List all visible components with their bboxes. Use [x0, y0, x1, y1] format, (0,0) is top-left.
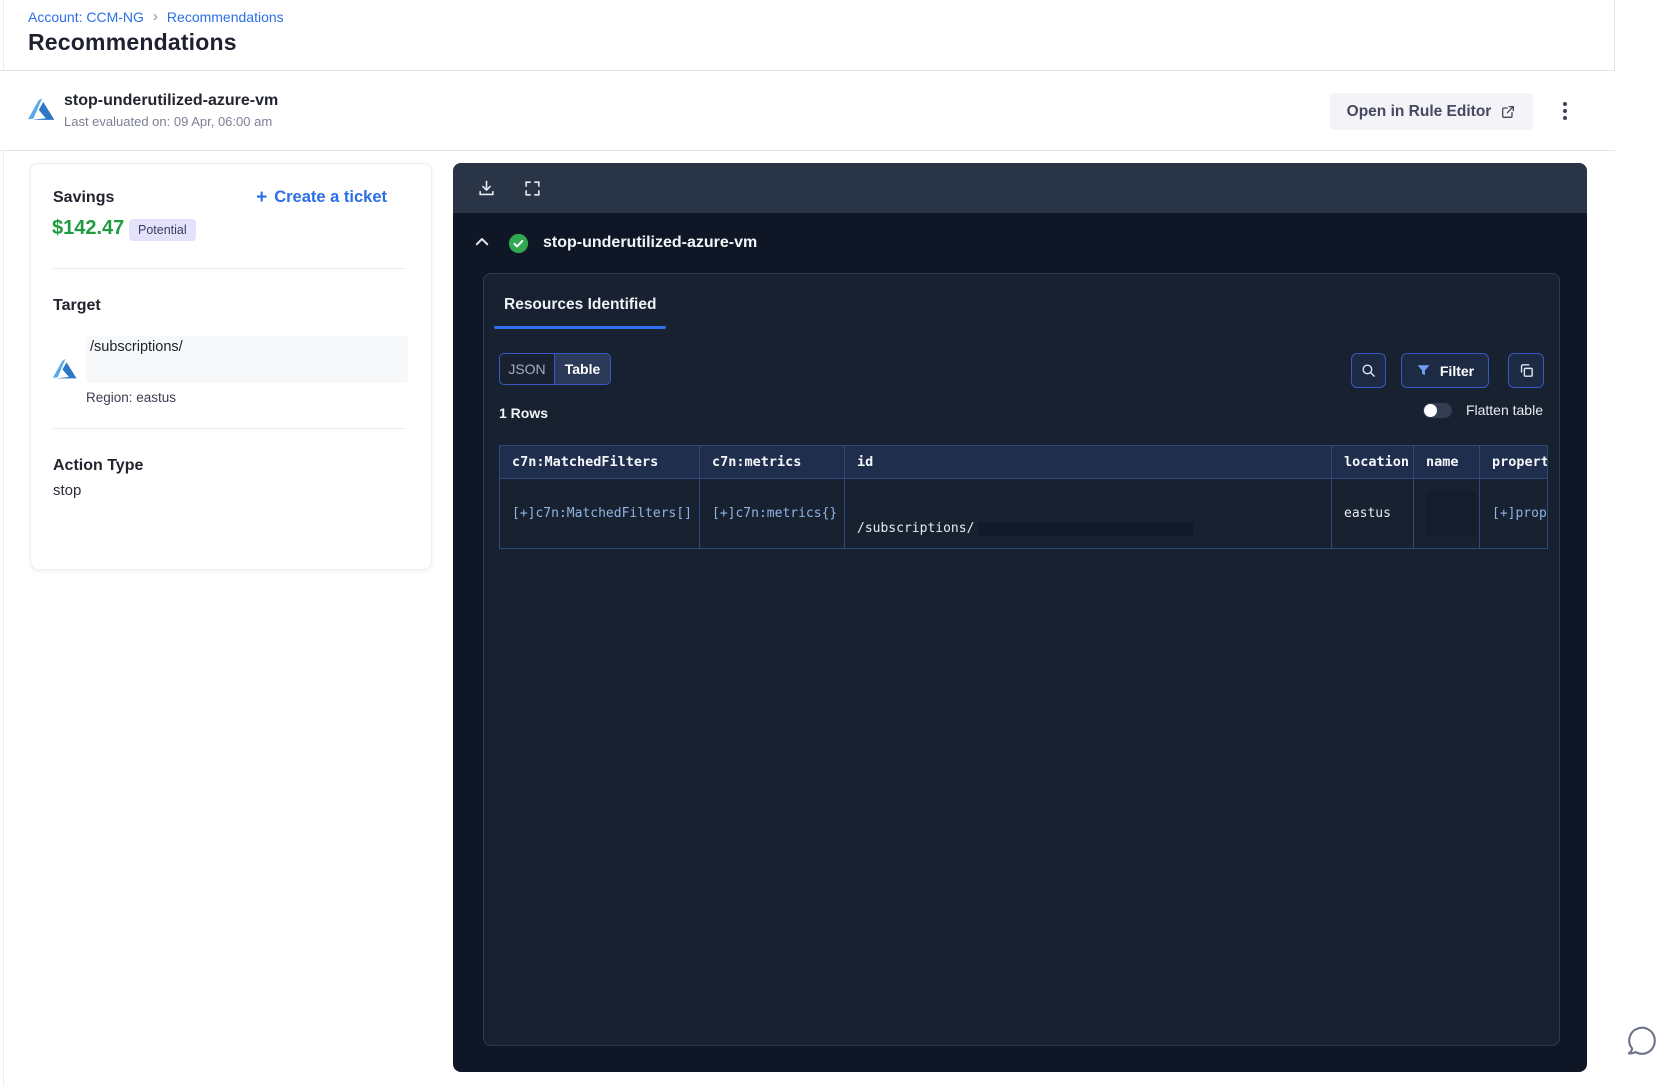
cell-metrics-expand[interactable]: [+]c7n:metrics{}	[700, 479, 845, 548]
page-title: Recommendations	[28, 29, 237, 55]
rows-count: 1 Rows	[499, 405, 549, 421]
search-icon	[1362, 364, 1375, 377]
breadcrumb: Account: CCM-NG › Recommendations	[28, 8, 284, 25]
cell-name	[1414, 479, 1480, 548]
target-path-block: /subscriptions/	[86, 336, 408, 383]
flatten-table-toggle[interactable]	[1422, 402, 1452, 418]
cell-properties-expand[interactable]: [+]properties{}	[1480, 479, 1547, 548]
breadcrumb-recommendations-link[interactable]: Recommendations	[167, 9, 284, 25]
rule-options-menu-button[interactable]	[1556, 96, 1574, 126]
redacted-name	[1426, 491, 1476, 535]
cell-matchedfilters-expand[interactable]: [+]c7n:MatchedFilters[]	[500, 479, 700, 548]
rule-header: stop-underutilized-azure-vm Last evaluat…	[0, 70, 1615, 151]
divider	[53, 268, 405, 269]
external-link-icon	[1502, 105, 1515, 118]
download-button[interactable]	[477, 178, 497, 198]
create-ticket-label: Create a ticket	[274, 188, 387, 206]
target-region: Region: eastus	[86, 390, 177, 405]
view-mode-toggle: JSON Table	[499, 353, 611, 385]
action-type-value: stop	[53, 482, 82, 499]
rule-output-viewer: stop-underutilized-azure-vm Resources Id…	[453, 163, 1587, 1072]
cell-id: /subscriptions/ /resourceGroups/ RESOURC…	[845, 479, 1332, 548]
target-path: /subscriptions/	[90, 339, 183, 355]
rule-last-evaluated: Last evaluated on: 09 Apr, 06:00 am	[64, 114, 273, 129]
rule-section-title: stop-underutilized-azure-vm	[543, 234, 758, 251]
resources-panel: Resources Identified JSON Table Filter 1…	[483, 273, 1560, 1046]
column-header-properties: properties	[1480, 446, 1547, 479]
filter-button[interactable]: Filter	[1401, 353, 1489, 388]
open-in-rule-editor-label: Open in Rule Editor	[1346, 102, 1492, 120]
view-json-button[interactable]: JSON	[500, 354, 555, 384]
table-row: [+]c7n:MatchedFilters[] [+]c7n:metrics{}…	[500, 479, 1547, 548]
savings-card: Savings + Create a ticket $142.47 Potent…	[30, 163, 432, 570]
open-in-rule-editor-button[interactable]: Open in Rule Editor	[1330, 93, 1533, 130]
create-ticket-button[interactable]: + Create a ticket	[256, 188, 387, 207]
savings-amount: $142.47	[52, 217, 125, 239]
azure-icon	[28, 98, 55, 120]
redacted-subscription-id	[978, 521, 1194, 536]
rule-section-header: stop-underutilized-azure-vm	[453, 213, 1587, 273]
flatten-table-label: Flatten table	[1465, 402, 1543, 418]
view-table-button[interactable]: Table	[555, 354, 610, 384]
success-check-icon	[508, 233, 529, 253]
resources-table[interactable]: c7n:MatchedFilters c7n:metrics id locati…	[499, 445, 1548, 549]
chevron-up-icon	[475, 238, 489, 246]
savings-label: Savings	[53, 189, 115, 206]
cell-location: eastus	[1332, 479, 1414, 548]
target-label: Target	[53, 297, 101, 314]
rule-name: stop-underutilized-azure-vm	[64, 92, 279, 109]
download-icon	[479, 180, 494, 195]
breadcrumb-account-link[interactable]: Account: CCM-NG	[28, 9, 144, 25]
azure-icon	[52, 358, 77, 379]
active-tab-indicator	[494, 326, 666, 329]
support-chat-button[interactable]	[1624, 1024, 1660, 1060]
copy-button[interactable]	[1508, 353, 1544, 388]
search-button[interactable]	[1351, 353, 1386, 388]
flatten-table-control: Flatten table	[1422, 402, 1543, 418]
filter-icon	[1417, 365, 1430, 376]
chat-bubble-icon	[1627, 1026, 1656, 1055]
divider	[53, 428, 405, 429]
action-type-label: Action Type	[53, 457, 144, 474]
potential-badge: Potential	[129, 219, 196, 241]
collapse-section-button[interactable]	[472, 233, 492, 253]
column-header-matchedfilters: c7n:MatchedFilters	[500, 446, 700, 479]
recommendations-page: Account: CCM-NG › Recommendations Recomm…	[0, 0, 1662, 1086]
fullscreen-button[interactable]	[523, 178, 543, 198]
column-header-metrics: c7n:metrics	[700, 446, 845, 479]
tab-resources-identified[interactable]: Resources Identified	[504, 296, 656, 314]
id-line-1: /subscriptions/	[857, 521, 975, 536]
column-header-id: id	[845, 446, 1332, 479]
plus-icon: +	[256, 187, 268, 208]
chevron-right-icon: ›	[152, 8, 158, 25]
table-header-row: c7n:MatchedFilters c7n:metrics id locati…	[500, 446, 1547, 479]
copy-icon	[1520, 364, 1533, 377]
viewer-toolbar	[453, 163, 1587, 213]
filter-label: Filter	[1439, 362, 1475, 379]
column-header-location: location	[1332, 446, 1414, 479]
window-left-edge	[3, 0, 4, 1086]
column-header-name: name	[1414, 446, 1480, 479]
fullscreen-icon	[525, 180, 540, 196]
